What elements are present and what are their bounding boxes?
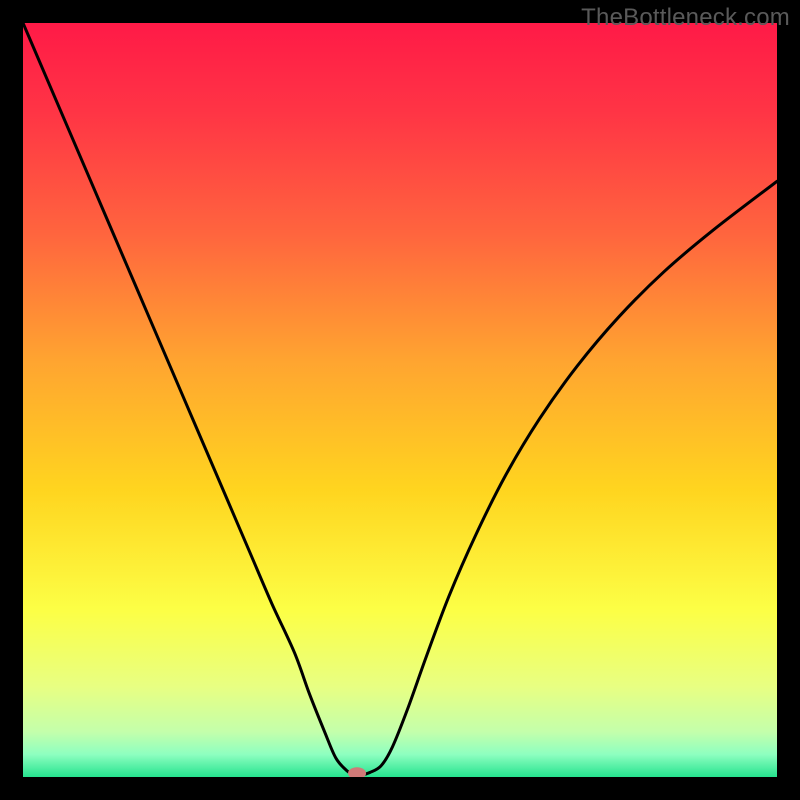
watermark-text: TheBottleneck.com	[581, 4, 790, 32]
chart-svg	[23, 23, 777, 777]
plot-area	[23, 23, 777, 777]
gradient-background	[23, 23, 777, 777]
chart-frame: TheBottleneck.com	[0, 0, 800, 800]
